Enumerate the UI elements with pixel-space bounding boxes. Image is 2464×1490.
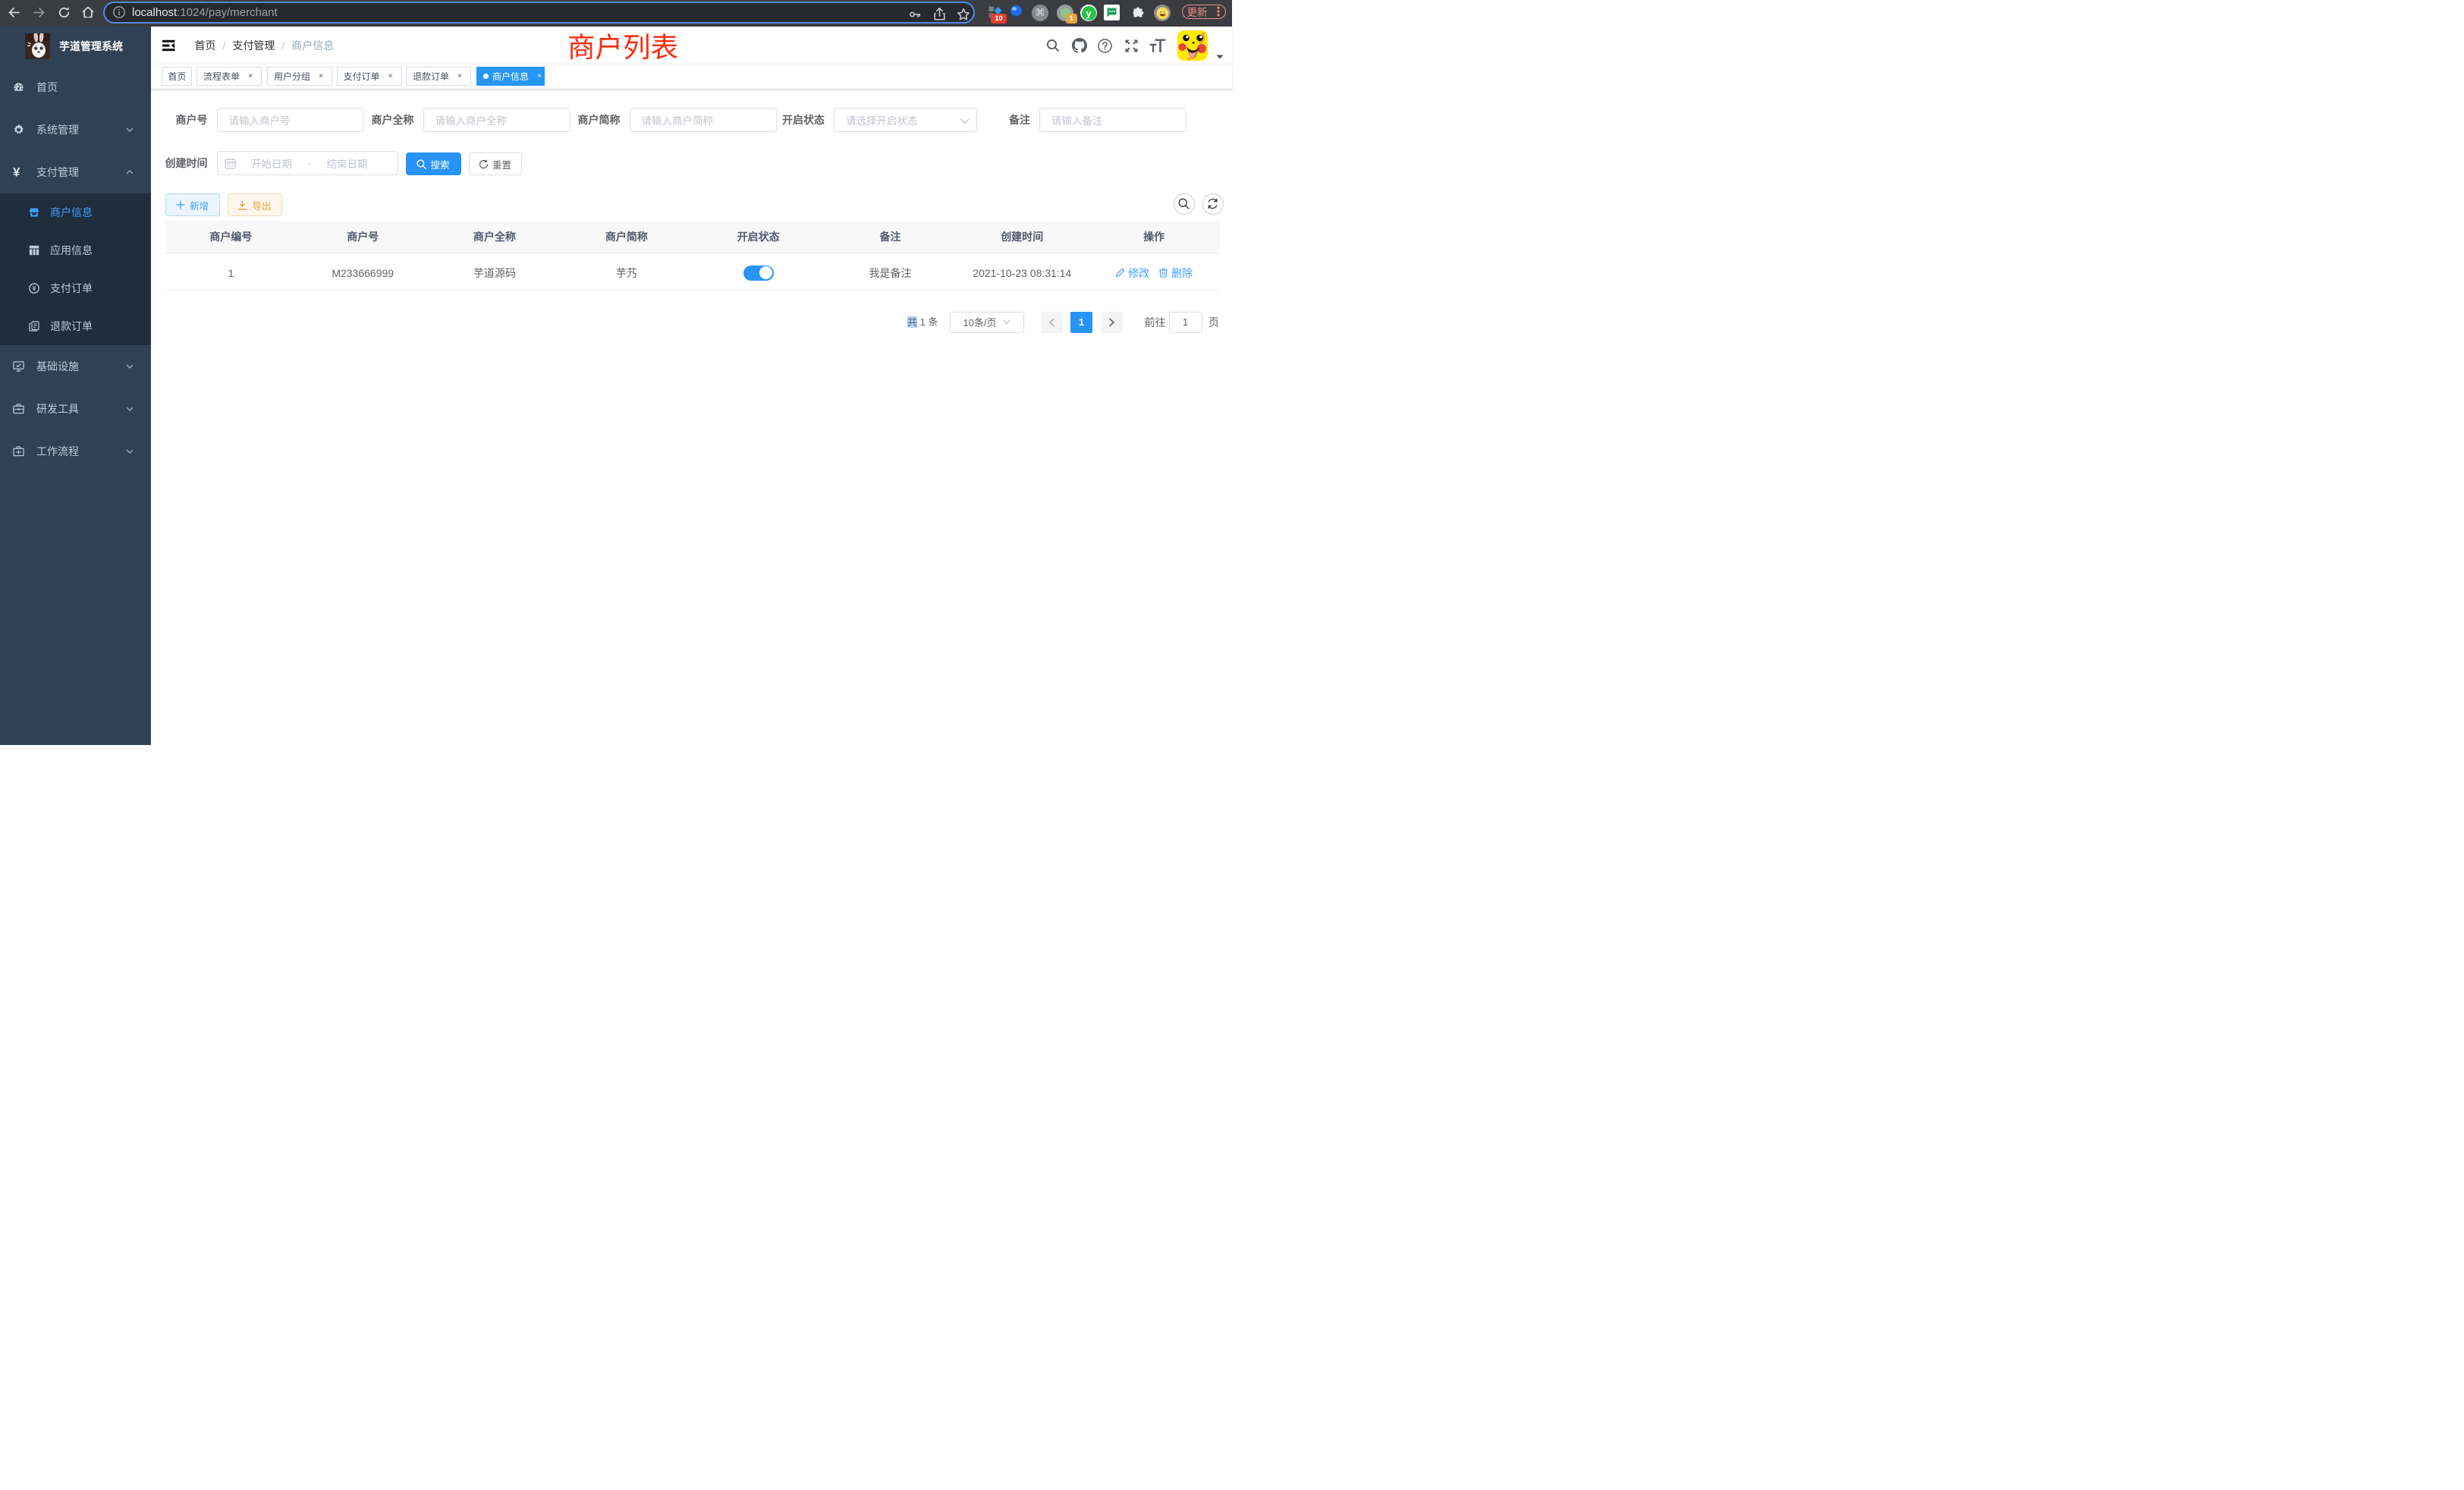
svg-text:¥: ¥ (33, 285, 36, 292)
